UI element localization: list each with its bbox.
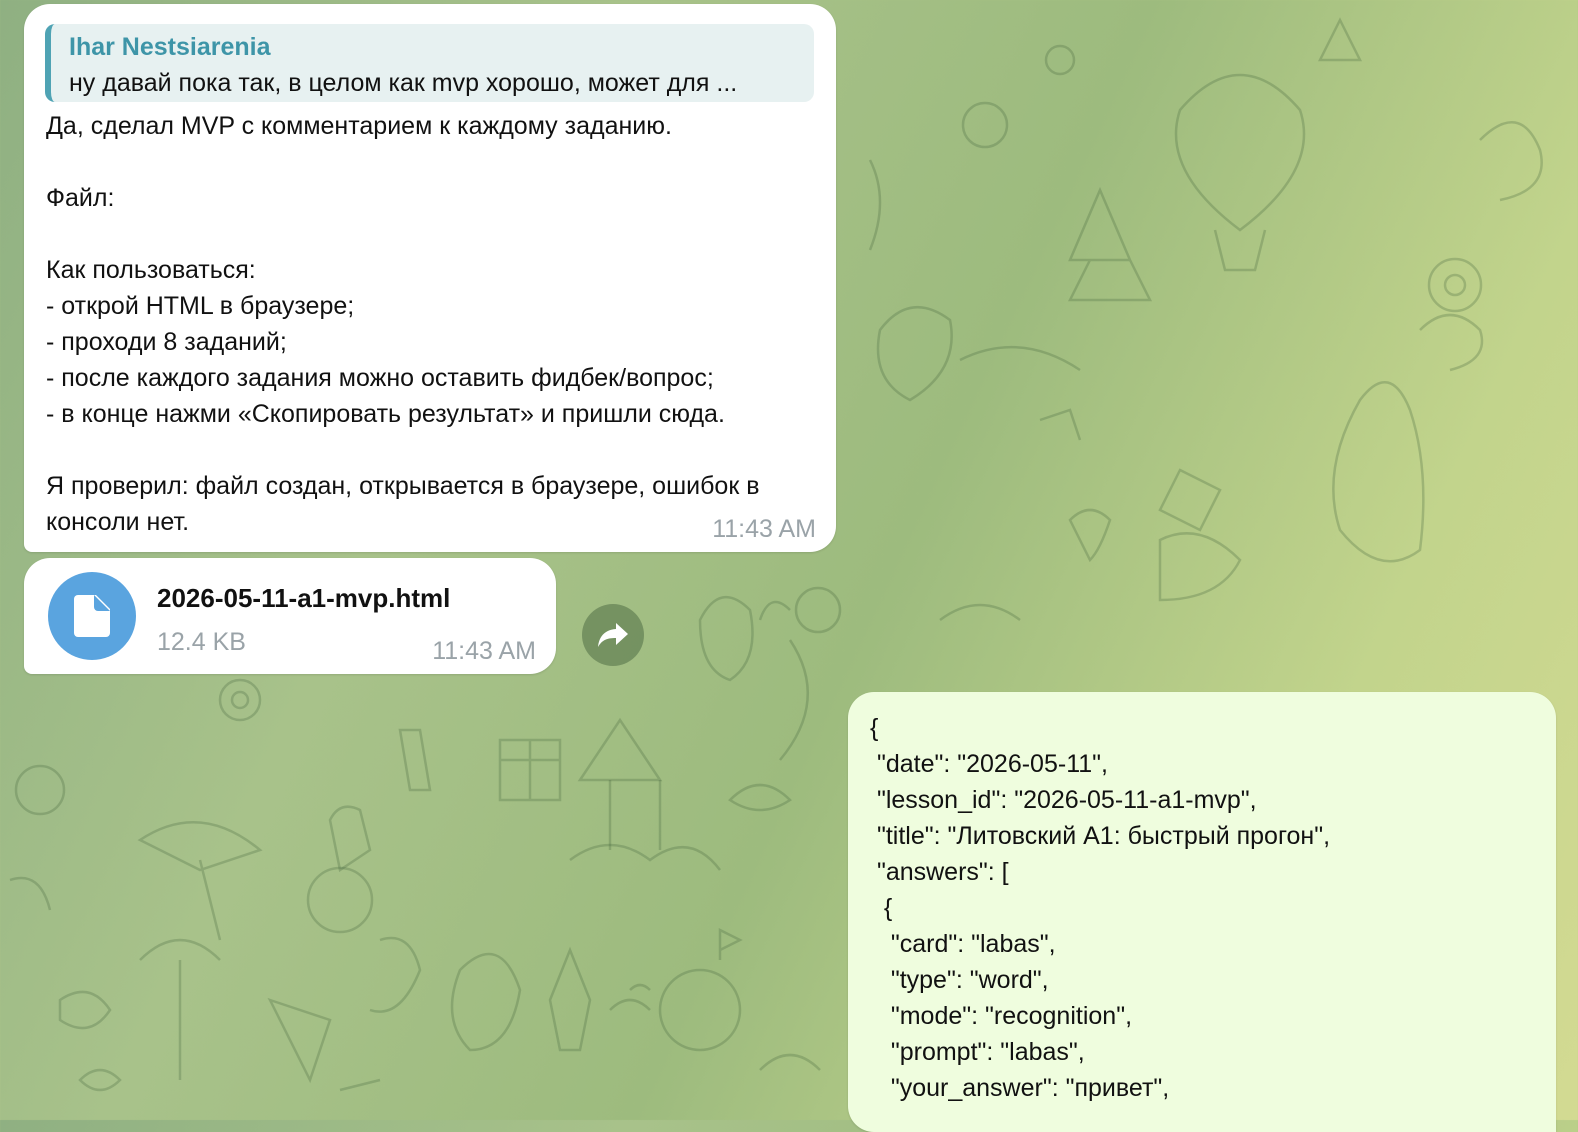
- file-size: 12.4 KB: [157, 628, 246, 656]
- code-line: "your_answer": "привет",: [870, 1074, 1170, 1102]
- forward-button[interactable]: [582, 604, 644, 666]
- document-icon[interactable]: [48, 572, 136, 660]
- code-line: "lesson_id": "2026-05-11-a1-mvp",: [870, 786, 1257, 814]
- code-line: {: [870, 714, 879, 742]
- message-time: 11:43 AM: [712, 515, 816, 543]
- message-body: Да, сделал MVP с комментарием к каждому …: [46, 112, 760, 536]
- forward-arrow-icon: [598, 623, 628, 647]
- reply-text: ну давай пока так, в целом как mvp хорош…: [69, 69, 738, 97]
- code-line: "type": "word",: [870, 966, 1049, 994]
- file-name[interactable]: 2026-05-11-a1-mvp.html: [157, 582, 450, 614]
- code-line: "date": "2026-05-11",: [870, 750, 1108, 778]
- code-line: "card": "labas",: [870, 930, 1056, 958]
- outgoing-message-code[interactable]: { "date": "2026-05-11", "lesson_id": "20…: [848, 692, 1556, 1132]
- code-line: "answers": [: [870, 858, 1009, 886]
- incoming-message-text[interactable]: Ihar Nestsiarenia ну давай пока так, в ц…: [24, 4, 836, 552]
- code-line: {: [870, 894, 893, 922]
- reply-quote[interactable]: Ihar Nestsiarenia ну давай пока так, в ц…: [45, 24, 814, 102]
- code-line: "prompt": "labas",: [870, 1038, 1085, 1066]
- reply-author: Ihar Nestsiarenia: [69, 33, 271, 61]
- message-time: 11:43 AM: [432, 637, 536, 665]
- code-line: "title": "Литовский A1: быстрый прогон",: [870, 822, 1331, 850]
- code-line: "mode": "recognition",: [870, 1002, 1133, 1030]
- incoming-message-file[interactable]: 2026-05-11-a1-mvp.html 12.4 KB 11:43 AM: [24, 558, 556, 674]
